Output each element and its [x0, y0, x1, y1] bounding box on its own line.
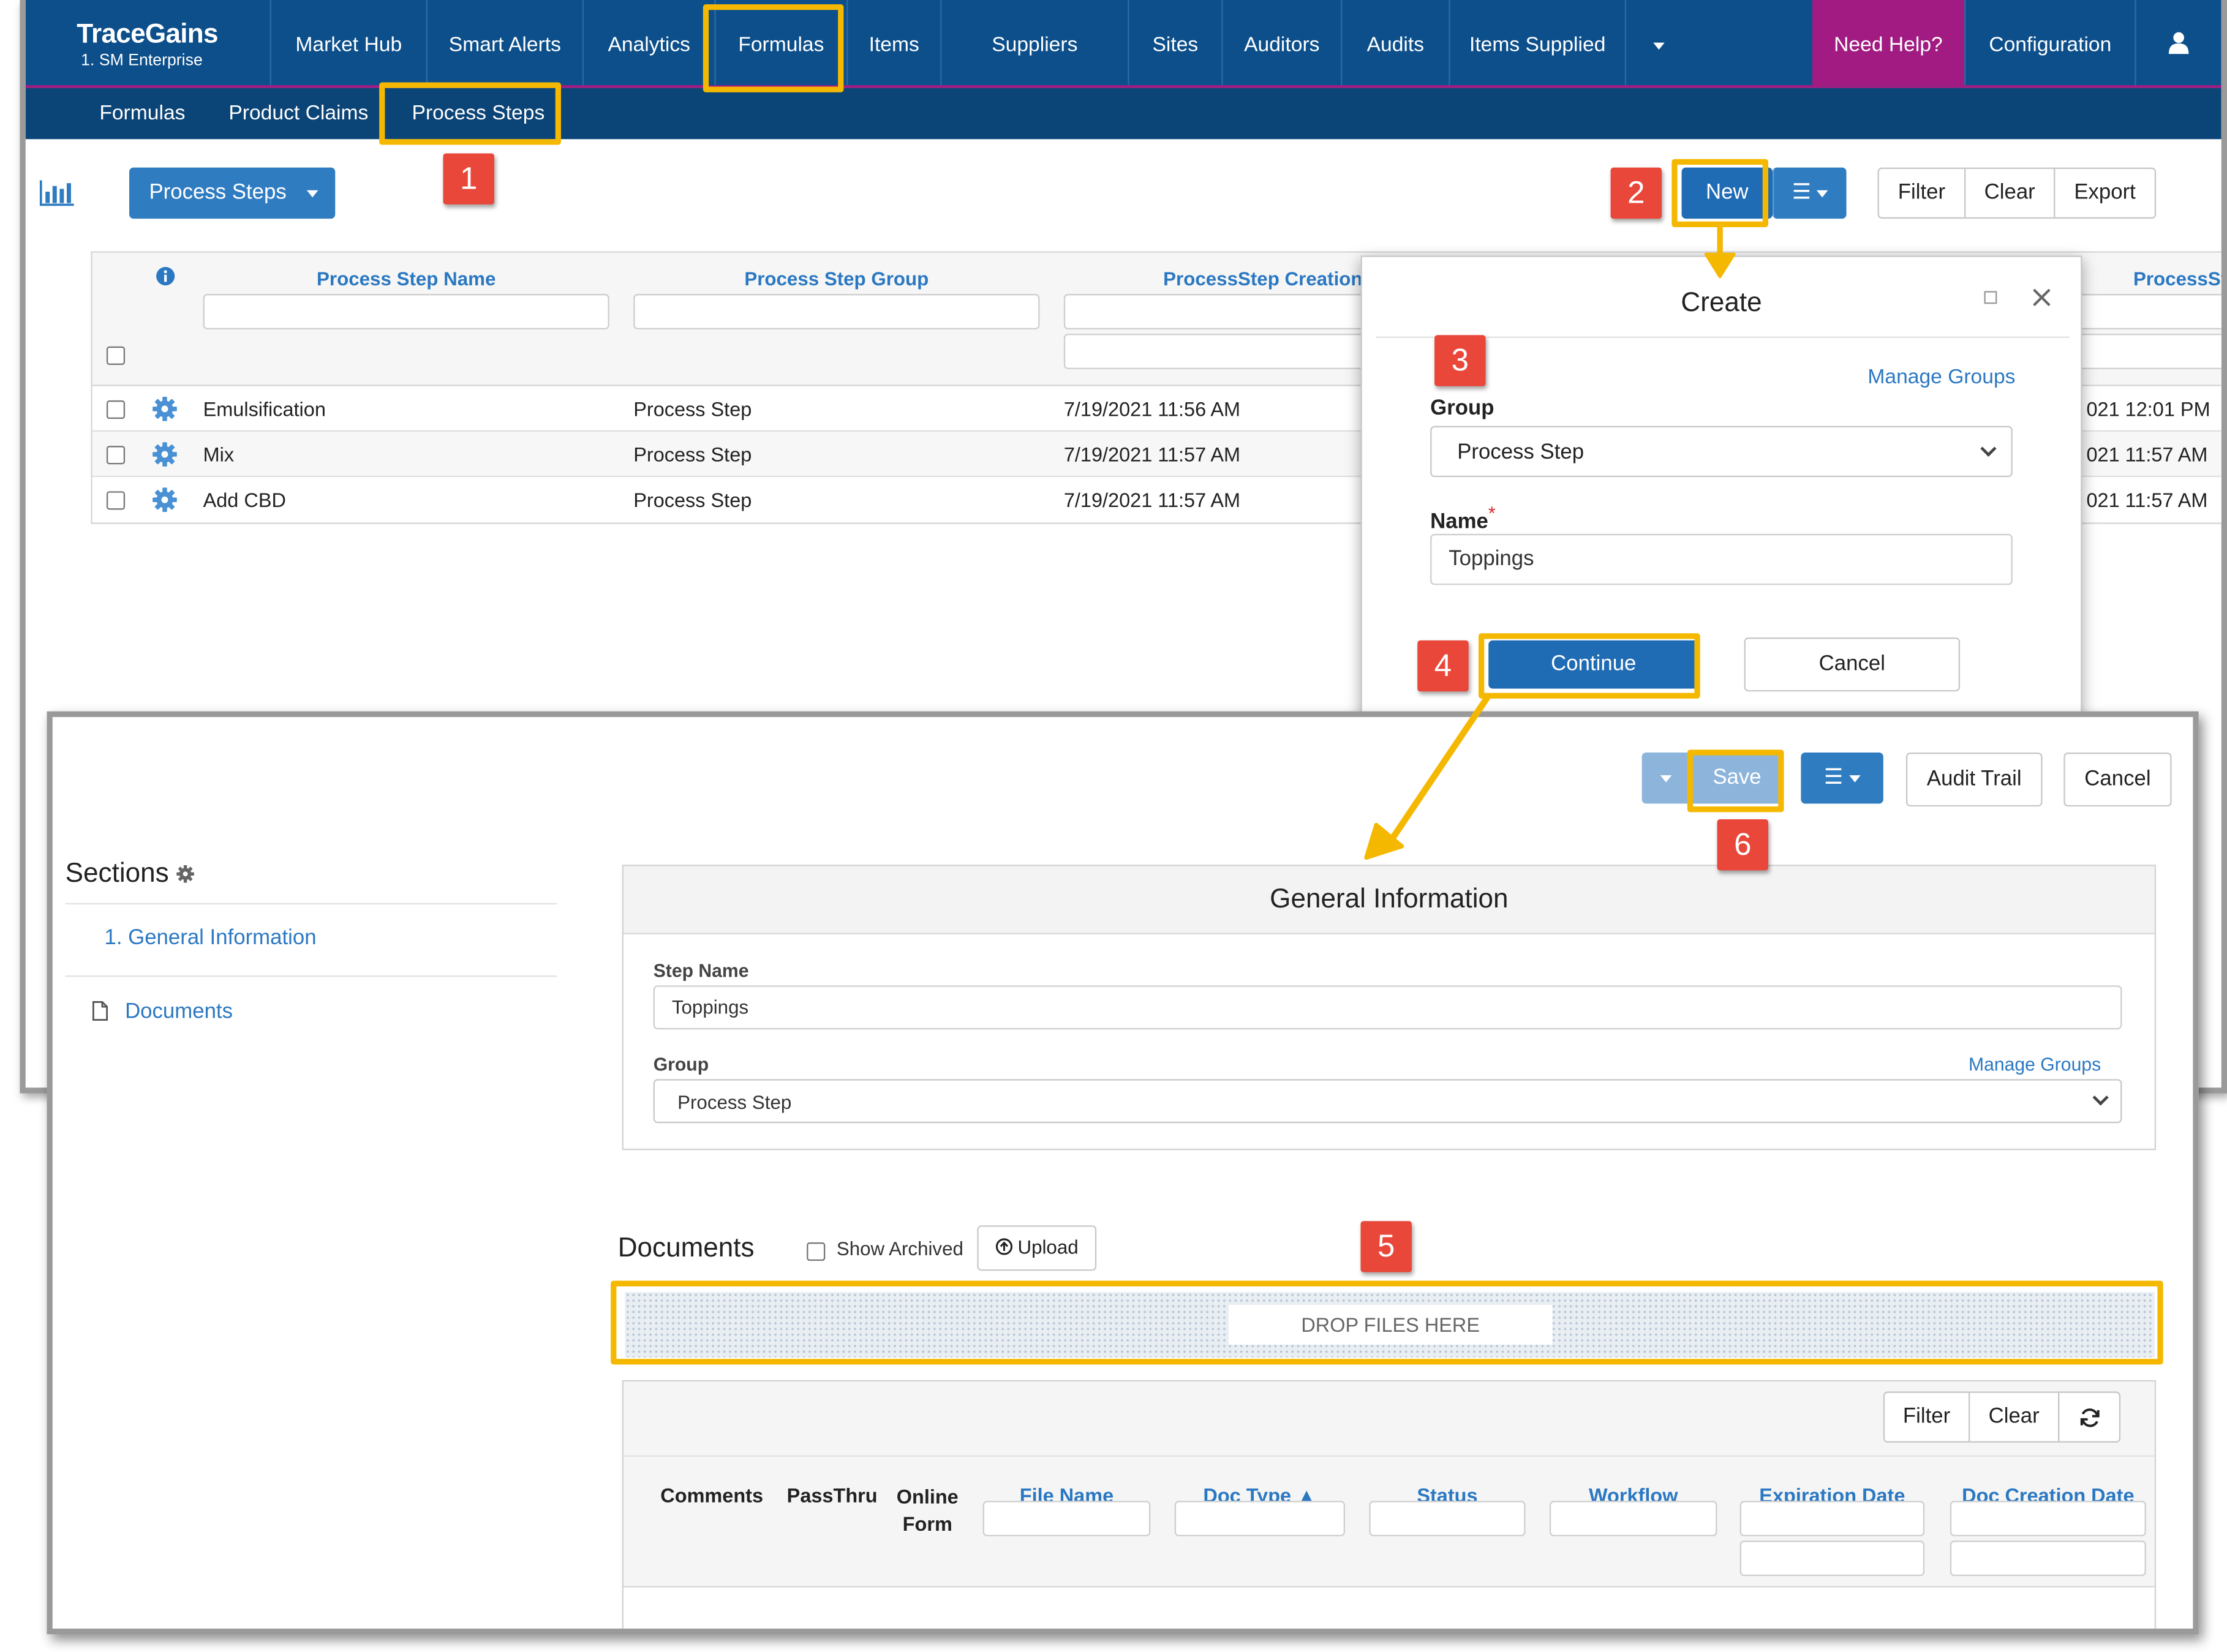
arrow-new-to-create — [1704, 227, 1736, 279]
arrow-continue-to-detail — [1364, 694, 1491, 860]
flow-arrows — [1364, 227, 1736, 860]
